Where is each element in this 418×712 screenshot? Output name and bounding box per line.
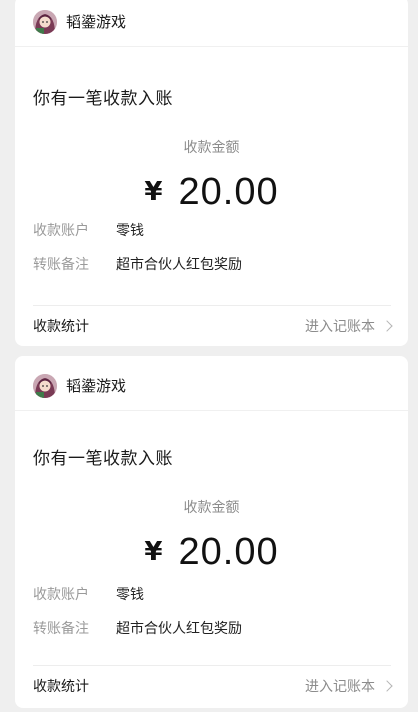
detail-value: 零钱 <box>116 587 144 603</box>
detail-key: 转账备注 <box>33 257 89 273</box>
detail-row-account: 收款账户 零钱 <box>33 220 144 242</box>
notice-title: 你有一笔收款入账 <box>33 89 173 109</box>
currency-symbol: ¥ <box>144 537 163 567</box>
amount-label: 收款金额 <box>183 140 240 156</box>
detail-value: 超市合伙人红包奖励 <box>116 621 242 637</box>
card-header[interactable]: 韬鍌游戏 <box>15 356 408 411</box>
amount-label: 收款金额 <box>183 500 240 516</box>
footer-label: 收款统计 <box>33 319 89 335</box>
footer-label: 收款统计 <box>33 679 89 695</box>
anime-avatar-icon[interactable] <box>33 374 57 398</box>
card-footer[interactable]: 收款统计 进入记账本 <box>33 305 393 346</box>
notice-title: 你有一笔收款入账 <box>33 449 173 469</box>
message-feed: 韬鍌游戏 你有一笔收款入账 收款金额 ¥20.00 收款账户 零钱 转账备注 超市合… <box>0 0 418 712</box>
detail-key: 收款账户 <box>33 223 89 239</box>
payment-notice-card[interactable]: 韬鍌游戏 你有一笔收款入账 收款金额 ¥20.00 收款账户 零钱 转账备注 超市合… <box>15 0 408 346</box>
sender-name: 韬鍌游戏 <box>66 377 127 395</box>
amount-value: 20.00 <box>178 171 279 213</box>
chevron-right-icon <box>381 680 393 692</box>
payment-notice-card[interactable]: 韬鍌游戏 你有一笔收款入账 收款金额 ¥20.00 收款账户 零钱 转账备注 超市合… <box>15 356 408 708</box>
ledger-link-label: 进入记账本 <box>305 679 375 695</box>
chevron-right-icon <box>381 320 393 332</box>
currency-symbol: ¥ <box>144 177 163 207</box>
ledger-link[interactable]: 进入记账本 <box>305 676 393 698</box>
detail-key: 收款账户 <box>33 587 89 603</box>
anime-avatar-icon[interactable] <box>33 10 57 34</box>
sender-name: 韬鍌游戏 <box>66 13 127 31</box>
amount-display: ¥20.00 <box>15 530 408 581</box>
detail-value: 超市合伙人红包奖励 <box>116 257 242 273</box>
card-header[interactable]: 韬鍌游戏 <box>15 0 408 47</box>
card-footer[interactable]: 收款统计 进入记账本 <box>33 665 393 708</box>
ledger-link-label: 进入记账本 <box>305 319 375 335</box>
detail-value: 零钱 <box>116 223 144 239</box>
detail-row-note: 转账备注 超市合伙人红包奖励 <box>33 254 242 276</box>
ledger-link[interactable]: 进入记账本 <box>305 316 393 338</box>
detail-row-note: 转账备注 超市合伙人红包奖励 <box>33 618 242 640</box>
amount-display: ¥20.00 <box>15 170 408 221</box>
detail-key: 转账备注 <box>33 621 89 637</box>
detail-row-account: 收款账户 零钱 <box>33 584 144 606</box>
amount-value: 20.00 <box>178 531 279 573</box>
